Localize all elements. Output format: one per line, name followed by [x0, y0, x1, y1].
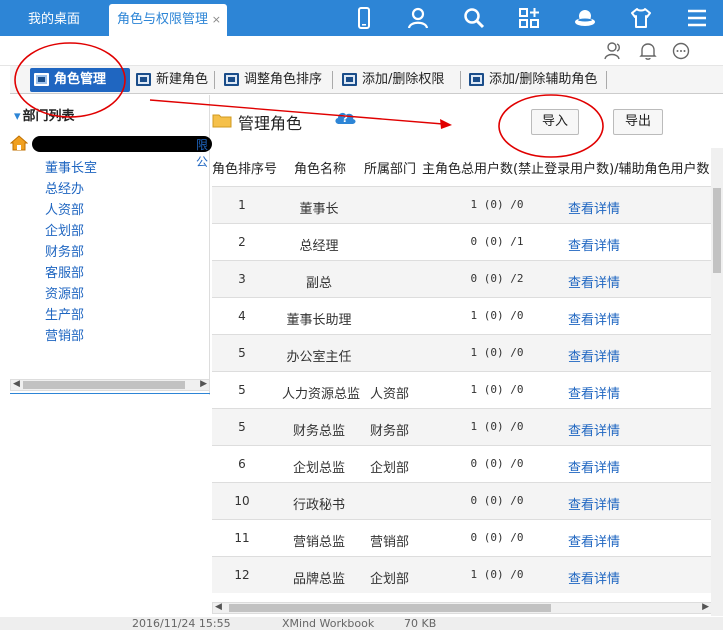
- annotation-circle-role-manage: [14, 42, 126, 118]
- annotation-arrow-line: [149, 99, 444, 125]
- annotation-overlay: [14, 42, 604, 158]
- annotation-circle-import: [498, 94, 604, 158]
- annotation-arrow-head: [440, 119, 452, 129]
